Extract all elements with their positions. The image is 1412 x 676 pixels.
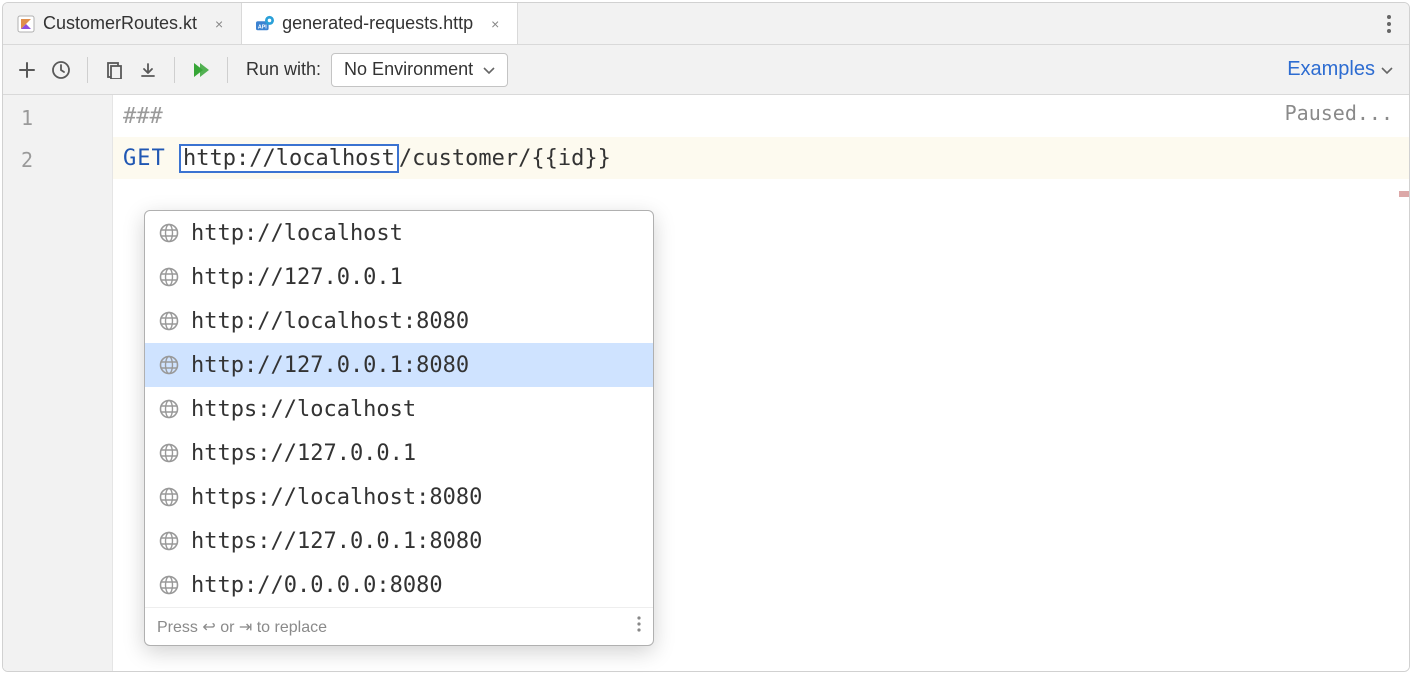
close-icon[interactable]: × bbox=[211, 16, 227, 32]
line-number: 1 bbox=[3, 97, 112, 139]
kotlin-file-icon bbox=[17, 15, 35, 33]
globe-icon bbox=[159, 355, 179, 375]
examples-dropdown[interactable]: Examples bbox=[1287, 58, 1399, 81]
separator bbox=[227, 57, 228, 83]
line-gutter: 1 2 bbox=[3, 95, 113, 671]
completion-footer: Press ↩ or ⇥ to replace bbox=[145, 607, 653, 645]
kebab-menu-icon[interactable] bbox=[1369, 3, 1409, 44]
code-line[interactable]: ### bbox=[113, 95, 1409, 137]
examples-label: Examples bbox=[1287, 58, 1375, 81]
completion-item[interactable]: http://localhost bbox=[145, 211, 653, 255]
completion-item-label: http://0.0.0.0:8080 bbox=[191, 573, 443, 598]
completion-item-label: http://127.0.0.1 bbox=[191, 265, 403, 290]
tab-generated-requests[interactable]: API generated-requests.http × bbox=[242, 3, 518, 44]
separator bbox=[174, 57, 175, 83]
code-line[interactable]: GET http://localhost /customer/{{id}} bbox=[113, 137, 1409, 179]
tab-customer-routes[interactable]: CustomerRoutes.kt × bbox=[3, 3, 242, 44]
completion-item-label: http://localhost:8080 bbox=[191, 309, 469, 334]
error-stripe-mark[interactable] bbox=[1399, 191, 1409, 197]
completion-item[interactable]: http://0.0.0.0:8080 bbox=[145, 563, 653, 607]
tab-label: CustomerRoutes.kt bbox=[43, 13, 197, 34]
http-client-toolbar: Run with: No Environment Examples bbox=[3, 45, 1409, 95]
completion-item[interactable]: http://localhost:8080 bbox=[145, 299, 653, 343]
editor-tabs: CustomerRoutes.kt × API generated-reques… bbox=[3, 3, 1409, 45]
http-file-icon: API bbox=[256, 15, 274, 33]
add-request-button[interactable] bbox=[13, 56, 41, 84]
completion-popup: http://localhost http://127.0.0.1 http://l… bbox=[144, 210, 654, 646]
completion-item-label: https://localhost:8080 bbox=[191, 485, 482, 510]
http-method: GET bbox=[123, 146, 166, 171]
completion-item-label: http://127.0.0.1:8080 bbox=[191, 353, 469, 378]
chevron-down-icon bbox=[483, 59, 495, 80]
run-with-label: Run with: bbox=[246, 59, 321, 80]
inspection-status: Paused... bbox=[1285, 101, 1393, 125]
run-all-button[interactable] bbox=[187, 56, 215, 84]
completion-item[interactable]: http://127.0.0.1:8080 bbox=[145, 343, 653, 387]
globe-icon bbox=[159, 531, 179, 551]
globe-icon bbox=[159, 575, 179, 595]
globe-icon bbox=[159, 311, 179, 331]
completion-hint: Press ↩ or ⇥ to replace bbox=[157, 617, 327, 637]
convert-button[interactable] bbox=[100, 56, 128, 84]
tab-label: generated-requests.http bbox=[282, 13, 473, 34]
completion-item-label: http://localhost bbox=[191, 221, 403, 246]
chevron-down-icon bbox=[1381, 62, 1393, 78]
close-icon[interactable]: × bbox=[487, 16, 503, 32]
import-button[interactable] bbox=[134, 56, 162, 84]
completion-item[interactable]: https://127.0.0.1 bbox=[145, 431, 653, 475]
globe-icon bbox=[159, 443, 179, 463]
completion-item[interactable]: http://127.0.0.1 bbox=[145, 255, 653, 299]
completion-item-label: https://localhost bbox=[191, 397, 416, 422]
completion-item[interactable]: https://127.0.0.1:8080 bbox=[145, 519, 653, 563]
separator bbox=[87, 57, 88, 83]
http-host-selection[interactable]: http://localhost bbox=[179, 144, 399, 173]
completion-item-label: https://127.0.0.1:8080 bbox=[191, 529, 482, 554]
history-button[interactable] bbox=[47, 56, 75, 84]
globe-icon bbox=[159, 399, 179, 419]
http-path: /customer/{{id}} bbox=[399, 146, 611, 171]
environment-select[interactable]: No Environment bbox=[331, 53, 508, 87]
line-number: 2 bbox=[3, 139, 112, 181]
kebab-menu-icon[interactable] bbox=[637, 616, 641, 637]
completion-item[interactable]: https://localhost bbox=[145, 387, 653, 431]
globe-icon bbox=[159, 487, 179, 507]
svg-text:API: API bbox=[258, 24, 267, 30]
globe-icon bbox=[159, 267, 179, 287]
globe-icon bbox=[159, 223, 179, 243]
environment-selected-label: No Environment bbox=[344, 59, 473, 80]
completion-item[interactable]: https://localhost:8080 bbox=[145, 475, 653, 519]
request-separator: ### bbox=[123, 104, 163, 129]
completion-item-label: https://127.0.0.1 bbox=[191, 441, 416, 466]
